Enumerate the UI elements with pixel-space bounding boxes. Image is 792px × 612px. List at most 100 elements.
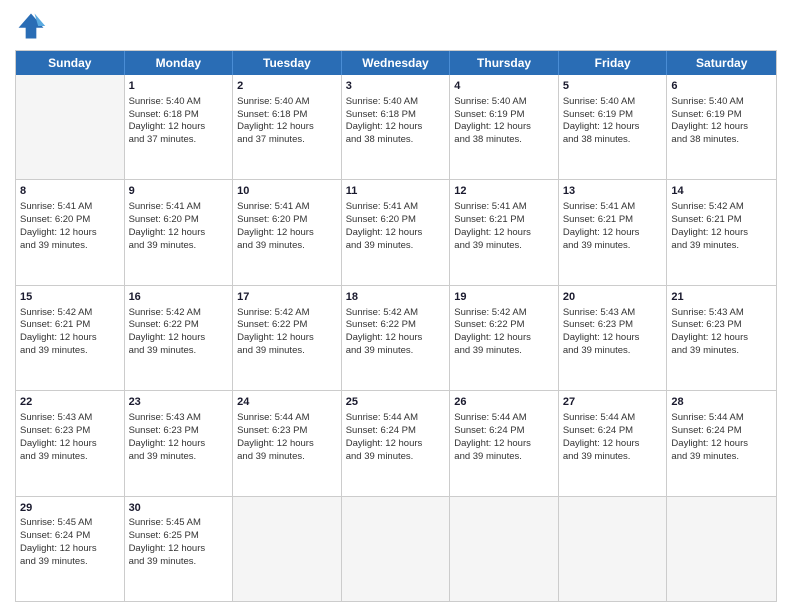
day-cell-24: 24Sunrise: 5:44 AMSunset: 6:23 PMDayligh… [233,391,342,495]
day-info-line: Daylight: 12 hours [671,121,772,134]
day-info-line: Daylight: 12 hours [237,227,337,240]
day-cell-26: 26Sunrise: 5:44 AMSunset: 6:24 PMDayligh… [450,391,559,495]
day-cell-11: 11Sunrise: 5:41 AMSunset: 6:20 PMDayligh… [342,180,451,284]
day-info-line: Sunrise: 5:44 AM [346,412,446,425]
day-info-line: Daylight: 12 hours [454,438,554,451]
header-cell-tuesday: Tuesday [233,51,342,75]
day-cell-22: 22Sunrise: 5:43 AMSunset: 6:23 PMDayligh… [16,391,125,495]
day-info-line: Sunset: 6:22 PM [129,319,229,332]
day-number: 14 [671,184,772,199]
day-cell-6: 6Sunrise: 5:40 AMSunset: 6:19 PMDaylight… [667,75,776,179]
day-info-line: Sunset: 6:19 PM [563,109,663,122]
day-info-line: Sunset: 6:19 PM [454,109,554,122]
empty-cell [342,497,451,601]
day-info-line: Sunrise: 5:45 AM [20,517,120,530]
day-info-line: Sunrise: 5:44 AM [671,412,772,425]
day-info-line: Sunset: 6:25 PM [129,530,229,543]
page: SundayMondayTuesdayWednesdayThursdayFrid… [0,0,792,612]
day-cell-13: 13Sunrise: 5:41 AMSunset: 6:21 PMDayligh… [559,180,668,284]
day-info-line: Sunrise: 5:42 AM [454,307,554,320]
day-info-line: Daylight: 12 hours [129,121,229,134]
day-info-line: Sunset: 6:24 PM [20,530,120,543]
day-info-line: Daylight: 12 hours [20,543,120,556]
day-info-line: Daylight: 12 hours [237,438,337,451]
day-cell-18: 18Sunrise: 5:42 AMSunset: 6:22 PMDayligh… [342,286,451,390]
day-number: 19 [454,290,554,305]
day-number: 5 [563,79,663,94]
day-info-line: Daylight: 12 hours [129,227,229,240]
day-cell-20: 20Sunrise: 5:43 AMSunset: 6:23 PMDayligh… [559,286,668,390]
day-info-line: Sunset: 6:22 PM [346,319,446,332]
day-number: 15 [20,290,120,305]
day-info-line: Sunset: 6:20 PM [237,214,337,227]
day-info-line: Daylight: 12 hours [20,227,120,240]
day-info-line: Sunset: 6:23 PM [563,319,663,332]
day-info-line: Daylight: 12 hours [237,121,337,134]
logo-icon [15,10,47,42]
day-number: 3 [346,79,446,94]
day-info-line: and 39 minutes. [563,345,663,358]
day-info-line: Sunrise: 5:44 AM [237,412,337,425]
day-cell-29: 29Sunrise: 5:45 AMSunset: 6:24 PMDayligh… [16,497,125,601]
day-info-line: Sunset: 6:20 PM [129,214,229,227]
day-cell-23: 23Sunrise: 5:43 AMSunset: 6:23 PMDayligh… [125,391,234,495]
day-info-line: Sunset: 6:21 PM [454,214,554,227]
empty-cell [559,497,668,601]
day-number: 4 [454,79,554,94]
empty-cell [667,497,776,601]
day-number: 25 [346,395,446,410]
day-info-line: Daylight: 12 hours [454,121,554,134]
day-info-line: Sunrise: 5:41 AM [563,201,663,214]
day-info-line: Sunset: 6:23 PM [237,425,337,438]
day-info-line: Sunrise: 5:44 AM [563,412,663,425]
day-cell-5: 5Sunrise: 5:40 AMSunset: 6:19 PMDaylight… [559,75,668,179]
day-info-line: Daylight: 12 hours [671,227,772,240]
day-info-line: Sunrise: 5:41 AM [346,201,446,214]
day-info-line: and 39 minutes. [20,556,120,569]
day-info-line: and 39 minutes. [671,240,772,253]
day-cell-9: 9Sunrise: 5:41 AMSunset: 6:20 PMDaylight… [125,180,234,284]
day-info-line: and 39 minutes. [346,345,446,358]
day-info-line: and 39 minutes. [237,451,337,464]
day-info-line: Sunset: 6:18 PM [129,109,229,122]
day-cell-12: 12Sunrise: 5:41 AMSunset: 6:21 PMDayligh… [450,180,559,284]
day-cell-8: 8Sunrise: 5:41 AMSunset: 6:20 PMDaylight… [16,180,125,284]
day-info-line: Sunrise: 5:42 AM [671,201,772,214]
day-info-line: Daylight: 12 hours [129,438,229,451]
day-info-line: and 37 minutes. [129,134,229,147]
day-info-line: Sunrise: 5:41 AM [237,201,337,214]
day-number: 6 [671,79,772,94]
calendar-body: 1Sunrise: 5:40 AMSunset: 6:18 PMDaylight… [16,75,776,601]
day-info-line: Sunset: 6:24 PM [671,425,772,438]
day-cell-3: 3Sunrise: 5:40 AMSunset: 6:18 PMDaylight… [342,75,451,179]
day-number: 1 [129,79,229,94]
day-number: 22 [20,395,120,410]
day-info-line: Sunrise: 5:42 AM [129,307,229,320]
day-number: 2 [237,79,337,94]
week-row-2: 8Sunrise: 5:41 AMSunset: 6:20 PMDaylight… [16,180,776,285]
day-cell-16: 16Sunrise: 5:42 AMSunset: 6:22 PMDayligh… [125,286,234,390]
day-info-line: Sunrise: 5:40 AM [237,96,337,109]
day-info-line: Sunrise: 5:42 AM [346,307,446,320]
day-number: 18 [346,290,446,305]
day-info-line: Sunset: 6:24 PM [454,425,554,438]
day-info-line: Sunrise: 5:42 AM [237,307,337,320]
day-info-line: and 39 minutes. [346,240,446,253]
day-number: 28 [671,395,772,410]
day-info-line: and 37 minutes. [237,134,337,147]
day-info-line: Daylight: 12 hours [454,227,554,240]
day-info-line: and 38 minutes. [454,134,554,147]
day-number: 9 [129,184,229,199]
header-cell-wednesday: Wednesday [342,51,451,75]
day-info-line: Sunset: 6:21 PM [20,319,120,332]
day-info-line: Sunrise: 5:44 AM [454,412,554,425]
day-info-line: Daylight: 12 hours [129,332,229,345]
day-info-line: Sunrise: 5:42 AM [20,307,120,320]
day-cell-27: 27Sunrise: 5:44 AMSunset: 6:24 PMDayligh… [559,391,668,495]
day-info-line: Daylight: 12 hours [20,438,120,451]
day-info-line: and 39 minutes. [129,451,229,464]
day-info-line: and 39 minutes. [20,240,120,253]
day-number: 17 [237,290,337,305]
header-cell-thursday: Thursday [450,51,559,75]
day-info-line: Daylight: 12 hours [563,121,663,134]
